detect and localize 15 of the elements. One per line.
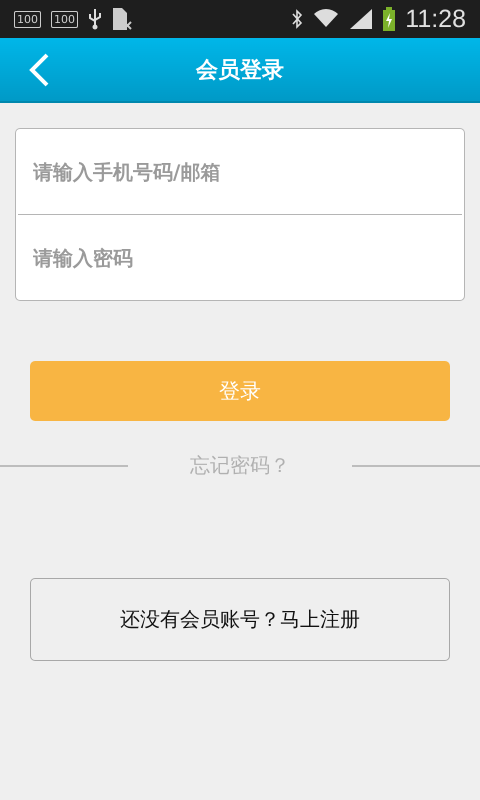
notification-badge: 100 bbox=[14, 10, 41, 28]
battery-charging-icon bbox=[383, 7, 396, 31]
input-field[interactable]: 请输入手机号码/邮箱 bbox=[15, 128, 465, 214]
bluetooth-icon bbox=[291, 8, 304, 30]
register-button[interactable]: 还没有会员账号？马上注册 bbox=[30, 578, 450, 661]
clock-time: 11:28 bbox=[405, 4, 466, 34]
back-icon[interactable] bbox=[28, 53, 50, 87]
sim-card-icon bbox=[112, 7, 132, 31]
page-title: 会员登录 bbox=[196, 56, 284, 84]
input-field[interactable]: 请输入密码 bbox=[15, 215, 465, 301]
signal-icon bbox=[349, 8, 374, 30]
notification-badge: 100 bbox=[51, 10, 78, 28]
forgot-password-link[interactable]: 忘记密码？ bbox=[138, 452, 342, 479]
login-button[interactable]: 登录 bbox=[30, 361, 450, 421]
usb-icon bbox=[88, 8, 102, 30]
